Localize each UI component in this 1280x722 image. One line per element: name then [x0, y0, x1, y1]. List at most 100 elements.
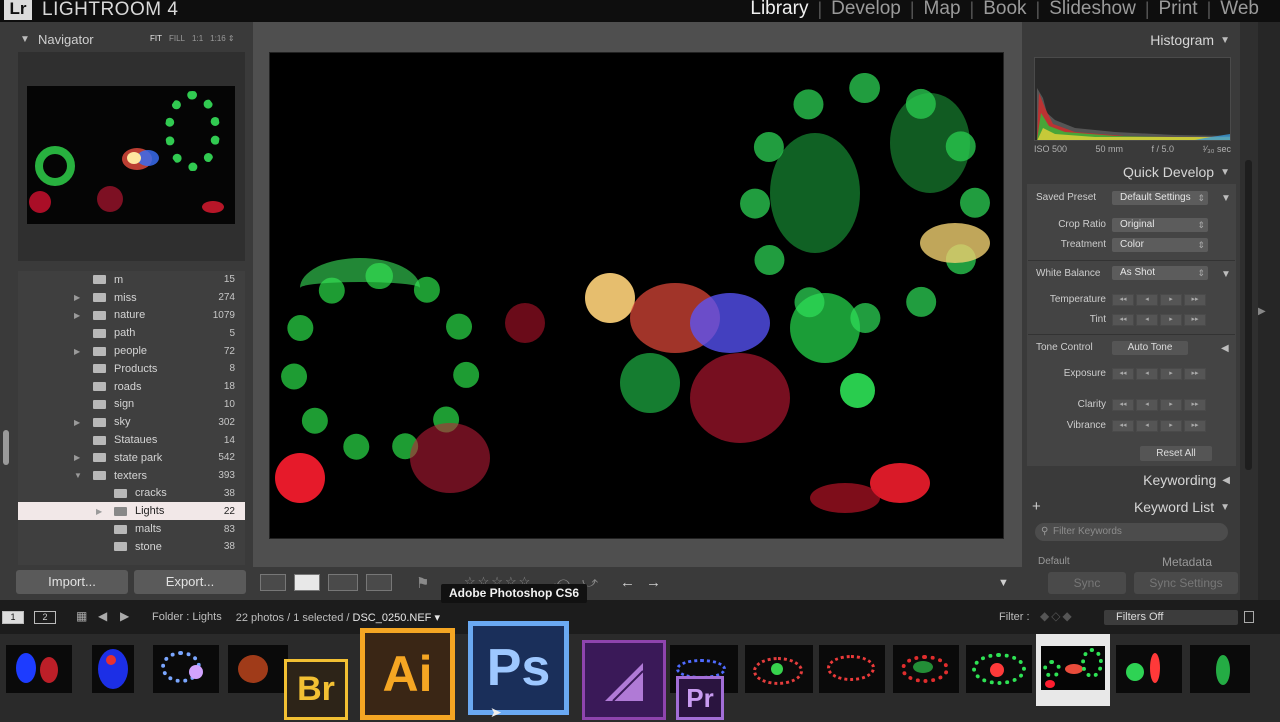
folder-row-people[interactable]: ▶ people 72 [18, 342, 245, 360]
folder-row-sign[interactable]: sign 10 [18, 396, 245, 414]
folder-row-malts[interactable]: malts 83 [18, 520, 245, 538]
filmstrip-thumbnail[interactable] [92, 645, 134, 693]
media-encoder-app-icon[interactable] [582, 640, 666, 720]
file-name[interactable]: DSC_0250.NEF ▾ [353, 612, 440, 624]
toolbar-menu-icon[interactable]: ▼ [998, 577, 1009, 589]
expand-triangle-icon[interactable]: ▶ [74, 347, 80, 356]
keyword-list-header[interactable]: Keyword List ▼ [1022, 495, 1240, 519]
filmstrip-thumbnail[interactable] [6, 645, 72, 693]
treatment-select[interactable]: Color [1112, 238, 1208, 252]
module-book[interactable]: Book [974, 0, 1035, 20]
quick-develop-header[interactable]: Quick Develop ▼ [1022, 160, 1240, 184]
secondary-screen-button[interactable]: 2 [34, 611, 56, 624]
import-button[interactable]: Import... [16, 570, 128, 594]
filmstrip-thumbnail[interactable] [1190, 645, 1250, 693]
folder-row-cracks[interactable]: cracks 38 [18, 485, 245, 503]
increase-large-button[interactable]: ▸▸ [1184, 314, 1206, 326]
sync-settings-button[interactable]: Sync Settings [1134, 572, 1238, 594]
folder-row-m[interactable]: m 15 [18, 271, 245, 289]
module-develop[interactable]: Develop [822, 0, 910, 20]
main-photo[interactable] [269, 52, 1004, 539]
tone-control-expand-icon[interactable]: ◀ [1221, 343, 1229, 354]
increase-large-button[interactable]: ▸▸ [1184, 420, 1206, 432]
sync-button[interactable]: Sync [1048, 572, 1126, 594]
folder-row-stataues[interactable]: Stataues 14 [18, 431, 245, 449]
zoom-1-16[interactable]: 1:16 ⇕ [210, 34, 235, 43]
expand-triangle-icon[interactable]: ◀ [1222, 475, 1230, 486]
expand-triangle-icon[interactable]: ▼ [74, 471, 82, 480]
auto-tone-button[interactable]: Auto Tone [1112, 341, 1188, 355]
loupe-view-icon[interactable] [294, 574, 320, 591]
decrease-large-button[interactable]: ◂◂ [1112, 314, 1134, 326]
folder-row-stone[interactable]: stone 38 [18, 538, 245, 556]
folder-row-lights[interactable]: ▶ Lights 22 [18, 502, 245, 521]
increase-small-button[interactable]: ▸ [1160, 420, 1182, 432]
zoom-1-1[interactable]: 1:1 [192, 34, 203, 43]
expand-triangle-icon[interactable]: ▶ [74, 418, 80, 427]
forward-arrow-icon[interactable]: ▶ [120, 609, 129, 623]
folder-row-state-park[interactable]: ▶ state park 542 [18, 449, 245, 467]
decrease-large-button[interactable]: ◂◂ [1112, 399, 1134, 411]
increase-small-button[interactable]: ▸ [1160, 294, 1182, 306]
module-library[interactable]: Library [741, 0, 817, 20]
left-scrollbar-thumb[interactable] [3, 430, 9, 465]
premiere-app-icon[interactable]: Pr [676, 676, 724, 720]
decrease-large-button[interactable]: ◂◂ [1112, 420, 1134, 432]
filmstrip-thumbnail[interactable] [966, 645, 1032, 693]
module-map[interactable]: Map [915, 0, 970, 20]
expand-triangle-icon[interactable]: ▶ [96, 507, 102, 516]
flag-filter-icons[interactable]: ◆◇◆ [1040, 609, 1074, 623]
filmstrip-thumbnail[interactable] [819, 645, 885, 693]
filmstrip-thumbnail[interactable] [153, 645, 219, 693]
histogram-header[interactable]: Histogram ▼ [1022, 28, 1240, 52]
increase-small-button[interactable]: ▸ [1160, 399, 1182, 411]
filmstrip-thumbnail[interactable] [745, 645, 813, 693]
decrease-small-button[interactable]: ◂ [1136, 294, 1158, 306]
decrease-large-button[interactable]: ◂◂ [1112, 294, 1134, 306]
decrease-small-button[interactable]: ◂ [1136, 368, 1158, 380]
module-web[interactable]: Web [1211, 0, 1268, 20]
increase-small-button[interactable]: ▸ [1160, 314, 1182, 326]
zoom-fill[interactable]: FILL [169, 34, 185, 43]
right-panel-toggle-icon[interactable]: ▶ [1258, 306, 1266, 317]
zoom-fit[interactable]: FIT [150, 34, 162, 43]
collapse-triangle-icon[interactable]: ▼ [1220, 167, 1230, 178]
bridge-app-icon[interactable]: Br [284, 659, 348, 720]
saved-preset-select[interactable]: Default Settings [1112, 191, 1208, 205]
expand-triangle-icon[interactable]: ▶ [74, 311, 80, 320]
saved-preset-expand-icon[interactable]: ▼ [1221, 193, 1231, 204]
reset-all-button[interactable]: Reset All [1140, 446, 1212, 461]
folder-row-products[interactable]: Products 8 [18, 360, 245, 378]
metadata-preset-label[interactable]: Default [1038, 556, 1070, 567]
filmstrip-lock-icon[interactable] [1244, 611, 1254, 623]
collapse-triangle-icon[interactable]: ▼ [20, 34, 30, 45]
illustrator-app-icon[interactable]: Ai [360, 628, 455, 720]
expand-triangle-icon[interactable]: ▶ [74, 453, 80, 462]
folder-row-roads[interactable]: roads 18 [18, 378, 245, 396]
filmstrip-thumbnail[interactable] [228, 645, 288, 693]
decrease-small-button[interactable]: ◂ [1136, 399, 1158, 411]
white-balance-select[interactable]: As Shot [1112, 266, 1208, 280]
crop-ratio-select[interactable]: Original [1112, 218, 1208, 232]
export-button[interactable]: Export... [134, 570, 246, 594]
folder-row-sky[interactable]: ▶ sky 302 [18, 413, 245, 431]
navigator-thumbnail[interactable] [27, 86, 235, 224]
filmstrip-thumbnail[interactable] [1116, 645, 1182, 693]
collapse-triangle-icon[interactable]: ▼ [1220, 35, 1230, 46]
primary-screen-button[interactable]: 1 [2, 611, 24, 624]
increase-large-button[interactable]: ▸▸ [1184, 368, 1206, 380]
filter-keywords-input[interactable]: Filter Keywords [1035, 523, 1228, 541]
folder-label[interactable]: Folder : Lights [152, 611, 222, 624]
folder-row-nature[interactable]: ▶ nature 1079 [18, 307, 245, 325]
folder-row-texters[interactable]: ▼ texters 393 [18, 467, 245, 485]
filmstrip-thumbnail-selected[interactable] [1036, 634, 1110, 706]
collapse-triangle-icon[interactable]: ▼ [1220, 502, 1230, 513]
increase-large-button[interactable]: ▸▸ [1184, 399, 1206, 411]
decrease-large-button[interactable]: ◂◂ [1112, 368, 1134, 380]
expand-triangle-icon[interactable]: ▶ [74, 293, 80, 302]
filter-preset-select[interactable]: Filters Off [1104, 610, 1238, 625]
grid-view-icon[interactable] [260, 574, 286, 591]
navigator-title[interactable]: Navigator [38, 32, 94, 47]
flag-icon[interactable]: ⚑ [416, 574, 429, 592]
folder-row-path[interactable]: path 5 [18, 324, 245, 342]
